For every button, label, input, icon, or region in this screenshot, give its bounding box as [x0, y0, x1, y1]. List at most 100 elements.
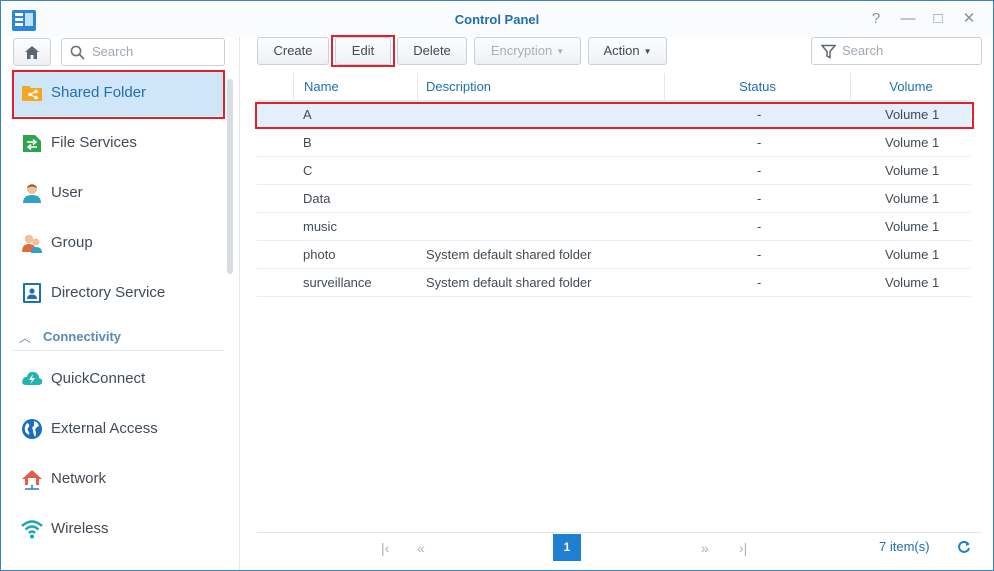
edit-button[interactable]: Edit [335, 37, 391, 65]
cell-volume: Volume 1 [885, 275, 940, 290]
minimize-icon[interactable]: — [899, 10, 917, 28]
refresh-icon[interactable] [957, 540, 971, 554]
table-row[interactable]: C - Volume 1 [257, 157, 971, 185]
sidebar-item-group[interactable]: Group [13, 220, 224, 266]
cell-name: C [303, 163, 313, 178]
action-dropdown[interactable]: Action ▼ [588, 37, 667, 65]
sidebar-item-wireless[interactable]: Wireless [13, 506, 224, 552]
create-button[interactable]: Create [257, 37, 329, 65]
grid-header: Name Description Status Volume [257, 73, 971, 101]
encryption-label: Encryption [490, 43, 553, 58]
cell-status: - [757, 163, 762, 178]
sidebar-item-label: User [51, 184, 83, 201]
table-row[interactable]: B - Volume 1 [257, 129, 971, 157]
wireless-icon [21, 520, 43, 539]
group-icon [22, 234, 42, 253]
cell-status: - [757, 107, 762, 122]
quickconnect-icon [22, 371, 43, 385]
last-page-icon[interactable]: ›| [739, 540, 747, 556]
sidebar-item-file-services[interactable]: File Services [13, 120, 224, 166]
sidebar-scrollbar[interactable] [227, 79, 233, 274]
shared-folder-icon [22, 86, 42, 101]
cell-status: - [757, 219, 762, 234]
page-number-button[interactable]: 1 [553, 534, 581, 561]
encryption-dropdown[interactable]: Encryption ▼ [474, 37, 581, 65]
sidebar-item-shared-folder[interactable]: Shared Folder [13, 70, 224, 116]
column-header-volume[interactable]: Volume [850, 73, 971, 101]
grid-search-input[interactable] [842, 43, 977, 58]
first-page-icon[interactable]: |‹ [381, 540, 389, 556]
filter-icon [821, 44, 836, 59]
table-row[interactable]: photo System default shared folder - Vol… [257, 241, 971, 269]
caret-down-icon: ▼ [556, 46, 565, 56]
search-icon [70, 45, 85, 60]
sidebar-item-label: Shared Folder [51, 84, 147, 101]
sidebar-search-input[interactable] [92, 44, 220, 59]
cell-description: System default shared folder [426, 247, 592, 262]
cell-name: music [303, 219, 337, 234]
action-label: Action [603, 43, 640, 58]
cell-name: A [303, 107, 312, 122]
cell-volume: Volume 1 [885, 107, 940, 122]
sidebar-item-label: Directory Service [51, 284, 166, 301]
cell-volume: Volume 1 [885, 135, 940, 150]
table-row[interactable]: music - Volume 1 [257, 213, 971, 241]
table-row[interactable]: A - Volume 1 [257, 101, 971, 129]
section-label: Connectivity [43, 329, 122, 344]
help-icon[interactable]: ? [867, 10, 885, 28]
cell-volume: Volume 1 [885, 219, 940, 234]
cell-volume: Volume 1 [885, 247, 940, 262]
directory-service-icon [23, 283, 41, 303]
cell-volume: Volume 1 [885, 163, 940, 178]
grid-search-box[interactable] [811, 37, 982, 65]
sidebar-item-external-access[interactable]: External Access [13, 406, 224, 452]
column-header-status[interactable]: Status [664, 73, 850, 101]
network-icon [22, 470, 42, 490]
caret-down-icon: ▼ [643, 46, 652, 56]
close-icon[interactable]: ✕ [960, 10, 978, 28]
sidebar-item-label: External Access [51, 420, 158, 437]
sidebar-search-box[interactable] [61, 38, 225, 66]
column-header-name[interactable]: Name [293, 73, 417, 101]
cell-name: photo [303, 247, 336, 262]
sidebar-item-label: Network [51, 470, 107, 487]
shared-folder-grid: Name Description Status Volume A - Volum… [257, 73, 971, 533]
external-access-icon [22, 419, 42, 439]
section-connectivity[interactable]: ︿ Connectivity [13, 327, 224, 351]
cell-name: B [303, 135, 312, 150]
sidebar-item-user[interactable]: User [13, 170, 224, 216]
user-icon [23, 184, 41, 203]
control-panel-window: Control Panel ? — □ ✕ Shared Folder [0, 0, 994, 571]
sidebar-item-quickconnect[interactable]: QuickConnect [13, 356, 224, 402]
cell-status: - [757, 191, 762, 206]
sidebar-item-network[interactable]: Network [13, 456, 224, 502]
cell-name: surveillance [303, 275, 372, 290]
table-row[interactable]: Data - Volume 1 [257, 185, 971, 213]
cell-status: - [757, 135, 762, 150]
cell-description: System default shared folder [426, 275, 592, 290]
chevron-up-icon: ︿ [19, 331, 32, 345]
window-title: Control Panel [454, 12, 540, 27]
table-row[interactable]: surveillance System default shared folde… [257, 269, 971, 297]
sidebar-item-label: Group [51, 234, 93, 251]
sidebar-item-label: File Services [51, 134, 137, 151]
sidebar-item-label: Wireless [51, 520, 109, 537]
pagination-bar: |‹ « 1 » ›| 7 item(s) [257, 532, 981, 562]
cell-name: Data [303, 191, 331, 206]
title-bar: Control Panel ? — □ ✕ [1, 1, 993, 37]
sidebar-item-label: QuickConnect [51, 370, 146, 387]
item-count: 7 item(s) [879, 539, 930, 554]
next-page-icon[interactable]: » [701, 540, 709, 556]
sidebar-item-directory-service[interactable]: Directory Service [13, 270, 224, 316]
delete-button[interactable]: Delete [397, 37, 467, 65]
maximize-icon[interactable]: □ [929, 10, 947, 28]
cell-status: - [757, 247, 762, 262]
home-icon [25, 45, 39, 59]
sidebar-divider [239, 37, 240, 570]
previous-page-icon[interactable]: « [417, 540, 425, 556]
column-header-description[interactable]: Description [417, 73, 664, 101]
cell-status: - [757, 275, 762, 290]
cell-volume: Volume 1 [885, 191, 940, 206]
file-services-icon [23, 135, 41, 152]
home-button[interactable] [13, 38, 51, 66]
